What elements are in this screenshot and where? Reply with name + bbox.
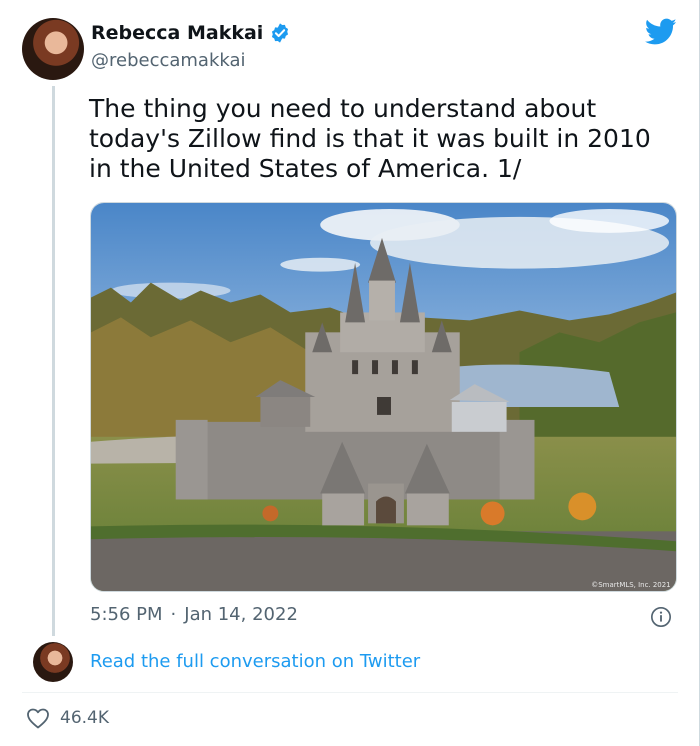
timestamp-separator: ·	[170, 604, 177, 625]
tweet-time[interactable]: 5:56 PM	[90, 604, 163, 625]
like-count: 46.4K	[60, 708, 109, 728]
tweet-date[interactable]: Jan 14, 2022	[184, 604, 298, 625]
photo-watermark: ©SmartMLS, Inc. 2021	[591, 581, 670, 589]
tweet-text: The thing you need to understand about t…	[89, 94, 651, 183]
like-action[interactable]: 46.4K	[26, 707, 109, 729]
thread-line	[52, 86, 55, 636]
twitter-bird-icon[interactable]	[645, 18, 677, 46]
author-avatar[interactable]	[22, 18, 84, 80]
heart-icon[interactable]	[26, 707, 50, 729]
tweet-card: Rebecca Makkai @rebeccamakkai The thing …	[0, 0, 700, 746]
reply-avatar[interactable]	[33, 642, 73, 682]
author-name[interactable]: Rebecca Makkai	[91, 22, 263, 44]
read-conversation-link[interactable]: Read the full conversation on Twitter	[90, 651, 420, 672]
author-name-row[interactable]: Rebecca Makkai	[91, 22, 291, 44]
divider	[22, 692, 678, 693]
info-icon[interactable]	[650, 606, 672, 628]
tweet-photo[interactable]: ©SmartMLS, Inc. 2021	[90, 202, 677, 592]
tweet-timestamp[interactable]: 5:56 PM · Jan 14, 2022	[90, 604, 298, 625]
author-handle[interactable]: @rebeccamakkai	[91, 50, 246, 71]
verified-badge-icon	[272, 23, 289, 43]
